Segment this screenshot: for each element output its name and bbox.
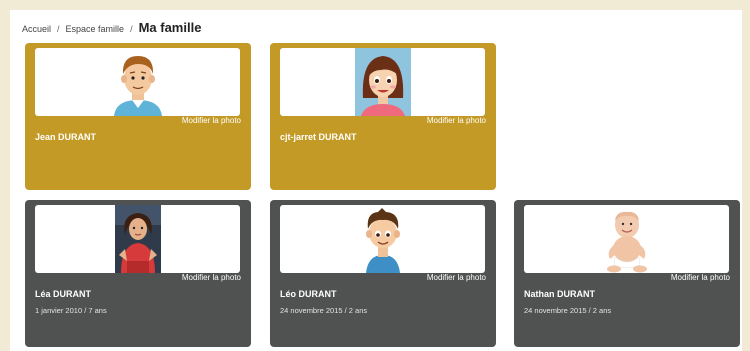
boy-cartoon-icon bbox=[358, 205, 408, 273]
baby-photo bbox=[602, 205, 652, 273]
member-name: Jean DURANT bbox=[35, 132, 97, 142]
breadcrumb-link-family-space[interactable]: Espace famille bbox=[66, 24, 125, 34]
member-name: cjt-jarret DURANT bbox=[280, 132, 357, 142]
member-card-nathan[interactable]: Modifier la photo Nathan DURANT 24 novem… bbox=[514, 200, 740, 347]
member-card-lea[interactable]: Modifier la photo Léa DURANT 1 janvier 2… bbox=[25, 200, 251, 347]
member-photo[interactable] bbox=[35, 205, 240, 273]
member-card-jean[interactable]: Modifier la photo Jean DURANT bbox=[25, 43, 251, 190]
modify-photo-link[interactable]: Modifier la photo bbox=[182, 273, 241, 282]
woman-cartoon-icon bbox=[354, 48, 411, 116]
girl-photo bbox=[114, 205, 161, 273]
breadcrumb-link-home[interactable]: Accueil bbox=[22, 24, 51, 34]
breadcrumb: Accueil / Espace famille / Ma famille bbox=[22, 20, 201, 35]
breadcrumb-separator: / bbox=[130, 24, 133, 34]
member-photo[interactable] bbox=[280, 48, 485, 116]
man-cartoon-icon bbox=[108, 48, 168, 116]
member-name: Léo DURANT bbox=[280, 289, 337, 299]
member-info: 1 janvier 2010 / 7 ans bbox=[35, 306, 107, 315]
page-container: Accueil / Espace famille / Ma famille Mo… bbox=[10, 10, 742, 351]
member-name: Nathan DURANT bbox=[524, 289, 595, 299]
modify-photo-link[interactable]: Modifier la photo bbox=[182, 116, 241, 125]
member-card-cjt-jarret[interactable]: Modifier la photo cjt-jarret DURANT bbox=[270, 43, 496, 190]
member-photo[interactable] bbox=[35, 48, 240, 116]
modify-photo-link[interactable]: Modifier la photo bbox=[427, 116, 486, 125]
member-photo[interactable] bbox=[524, 205, 729, 273]
page-title: Ma famille bbox=[138, 20, 202, 35]
member-card-leo[interactable]: Modifier la photo Léo DURANT 24 novembre… bbox=[270, 200, 496, 347]
modify-photo-link[interactable]: Modifier la photo bbox=[671, 273, 730, 282]
member-info: 24 novembre 2015 / 2 ans bbox=[280, 306, 368, 315]
member-photo[interactable] bbox=[280, 205, 485, 273]
modify-photo-link[interactable]: Modifier la photo bbox=[427, 273, 486, 282]
member-info: 24 novembre 2015 / 2 ans bbox=[524, 306, 612, 315]
breadcrumb-separator: / bbox=[57, 24, 60, 34]
member-name: Léa DURANT bbox=[35, 289, 92, 299]
